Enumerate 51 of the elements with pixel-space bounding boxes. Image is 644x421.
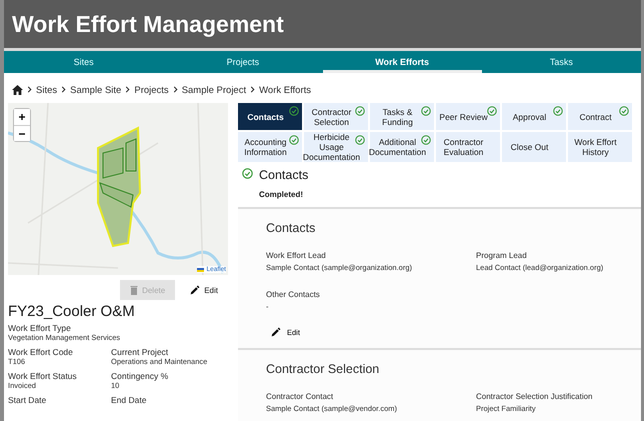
chevron-icon [250, 86, 256, 93]
field-label: Work Effort Lead [266, 251, 327, 260]
field-label: Work Effort Type [8, 323, 72, 333]
pencil-icon [189, 284, 200, 296]
step-tab[interactable]: Peer Review [436, 103, 500, 130]
app-title: Work Effort Management [12, 10, 284, 38]
chevron-icon [125, 86, 130, 93]
breadcrumb-link[interactable]: Sample Project [182, 84, 246, 96]
nav-tab[interactable]: Sites [4, 51, 164, 73]
breadcrumb-current: Work Efforts [259, 84, 312, 96]
breadcrumb-link[interactable]: Sites [36, 84, 58, 96]
step-tab[interactable]: Accounting Information [238, 132, 302, 162]
field-label: Current Project [111, 347, 170, 357]
field-label: Contractor Selection Justification [476, 392, 594, 401]
field-label: End Date [111, 395, 148, 405]
section-title: Contacts [266, 221, 316, 235]
field-label: Work Effort Status [8, 371, 78, 381]
step-tab[interactable]: Additional Documentation [370, 132, 434, 162]
chevron-icon [27, 86, 32, 93]
field-label: Start Date [8, 395, 48, 405]
step-tab[interactable]: Close Out [502, 132, 566, 162]
nav-tab[interactable]: Projects [163, 51, 322, 73]
field-label: Contractor Contact [266, 392, 334, 401]
status-message: Completed! [259, 190, 303, 199]
edit-button[interactable]: Edit [183, 280, 224, 300]
step-tab[interactable]: Contract [568, 103, 632, 130]
field-label: Contingency % [111, 371, 170, 381]
field-label: Other Contacts [266, 290, 321, 299]
nav-tab[interactable]: Work Efforts [322, 51, 482, 73]
chevron-icon [172, 86, 178, 93]
flag-icon [197, 268, 204, 272]
trash-icon [130, 285, 138, 295]
chevron-icon [61, 86, 66, 93]
work-effort-name: FY23_Cooler O&M [8, 303, 135, 320]
home-icon[interactable] [12, 85, 23, 95]
step-tab[interactable]: Contractor Selection [304, 103, 368, 130]
breadcrumb-link[interactable]: Projects [134, 84, 169, 96]
step-tab[interactable]: Work Effort History [568, 132, 632, 162]
step-tab[interactable]: Approval [502, 103, 566, 130]
step-tab[interactable]: Herbicide Usage Documentation [304, 132, 368, 162]
status-title: Contacts [259, 168, 308, 182]
field-label: Work Effort Code [8, 347, 74, 357]
zoom-out-button[interactable]: − [14, 125, 30, 141]
breadcrumb-link[interactable]: Sample Site [70, 84, 122, 96]
nav-tab[interactable]: Tasks [482, 51, 641, 73]
step-tab[interactable]: Contractor Evaluation [436, 132, 500, 162]
pencil-icon [270, 327, 281, 338]
field-label: Program Lead [476, 251, 528, 260]
step-tab[interactable]: Tasks & Funding [370, 103, 434, 130]
step-tab[interactable]: Contacts [238, 103, 302, 130]
section-title: Contractor Selection [266, 362, 380, 376]
